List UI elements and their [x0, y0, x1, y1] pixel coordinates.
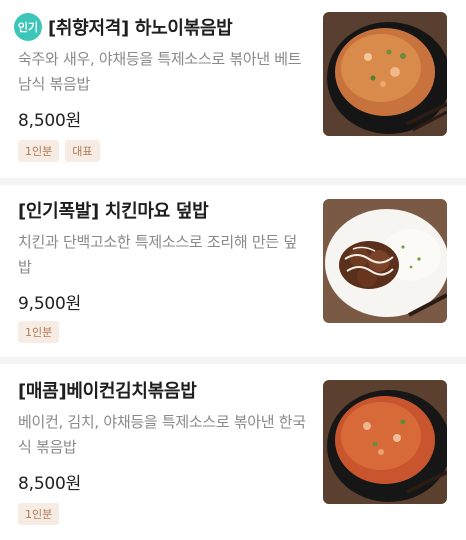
menu-item-description: 숙주와 새우, 야채등을 특제소스로 볶아낸 베트남식 볶음밥	[18, 50, 302, 93]
menu-item-title: [취향저격] 하노이볶음밥	[48, 18, 233, 39]
menu-item-title-row: 인기 [취향저격] 하노이볶음밥	[14, 12, 233, 42]
menu-item-price: 8,500원	[18, 111, 82, 131]
menu-item-hanoi-fried-rice[interactable]: 인기 [취향저격] 하노이볶음밥 숙주와 새우, 야채등을 특제소스로 볶아낸 …	[0, 0, 466, 178]
menu-item-tags: 1인분 대표	[18, 140, 100, 162]
section-divider	[0, 178, 466, 185]
bacon-kimchi-fried-rice-photo[interactable]	[323, 380, 447, 504]
tag-serving: 1인분	[18, 503, 60, 525]
menu-item-description: 베이컨, 김치, 야채등을 특제소스로 볶아낸 한국식 볶음밥	[18, 413, 306, 456]
menu-list: 인기 [취향저격] 하노이볶음밥 숙주와 새우, 야채등을 특제소스로 볶아낸 …	[0, 0, 466, 540]
menu-item-bacon-kimchi-fried-rice[interactable]: [매콤]베이컨김치볶음밥 베이컨, 김치, 야채등을 특제소스로 볶아낸 한국식…	[0, 364, 466, 540]
section-divider	[0, 357, 466, 364]
menu-item-tags: 1인분	[18, 503, 60, 525]
popular-badge: 인기	[14, 13, 42, 41]
menu-item-price: 8,500원	[18, 474, 82, 494]
tag-signature: 대표	[65, 140, 100, 162]
menu-item-title: [매콤]베이컨김치볶음밥	[18, 381, 197, 402]
menu-item-description: 치킨과 단백고소한 특제소스로 조리해 만든 덮밥	[18, 233, 297, 276]
tag-serving: 1인분	[18, 140, 60, 162]
menu-item-tags: 1인분	[18, 321, 60, 343]
menu-item-title-row: [인기폭발] 치킨마요 덮밥	[18, 195, 209, 225]
chicken-mayo-rice-bowl-photo[interactable]	[323, 199, 447, 323]
hanoi-fried-rice-photo[interactable]	[323, 12, 447, 136]
menu-item-title-row: [매콤]베이컨김치볶음밥	[18, 375, 197, 405]
tag-serving: 1인분	[18, 321, 60, 343]
menu-item-price: 9,500원	[18, 294, 82, 314]
menu-item-chicken-mayo-rice-bowl[interactable]: [인기폭발] 치킨마요 덮밥 치킨과 단백고소한 특제소스로 조리해 만든 덮밥…	[0, 185, 466, 357]
menu-item-title: [인기폭발] 치킨마요 덮밥	[18, 201, 209, 222]
